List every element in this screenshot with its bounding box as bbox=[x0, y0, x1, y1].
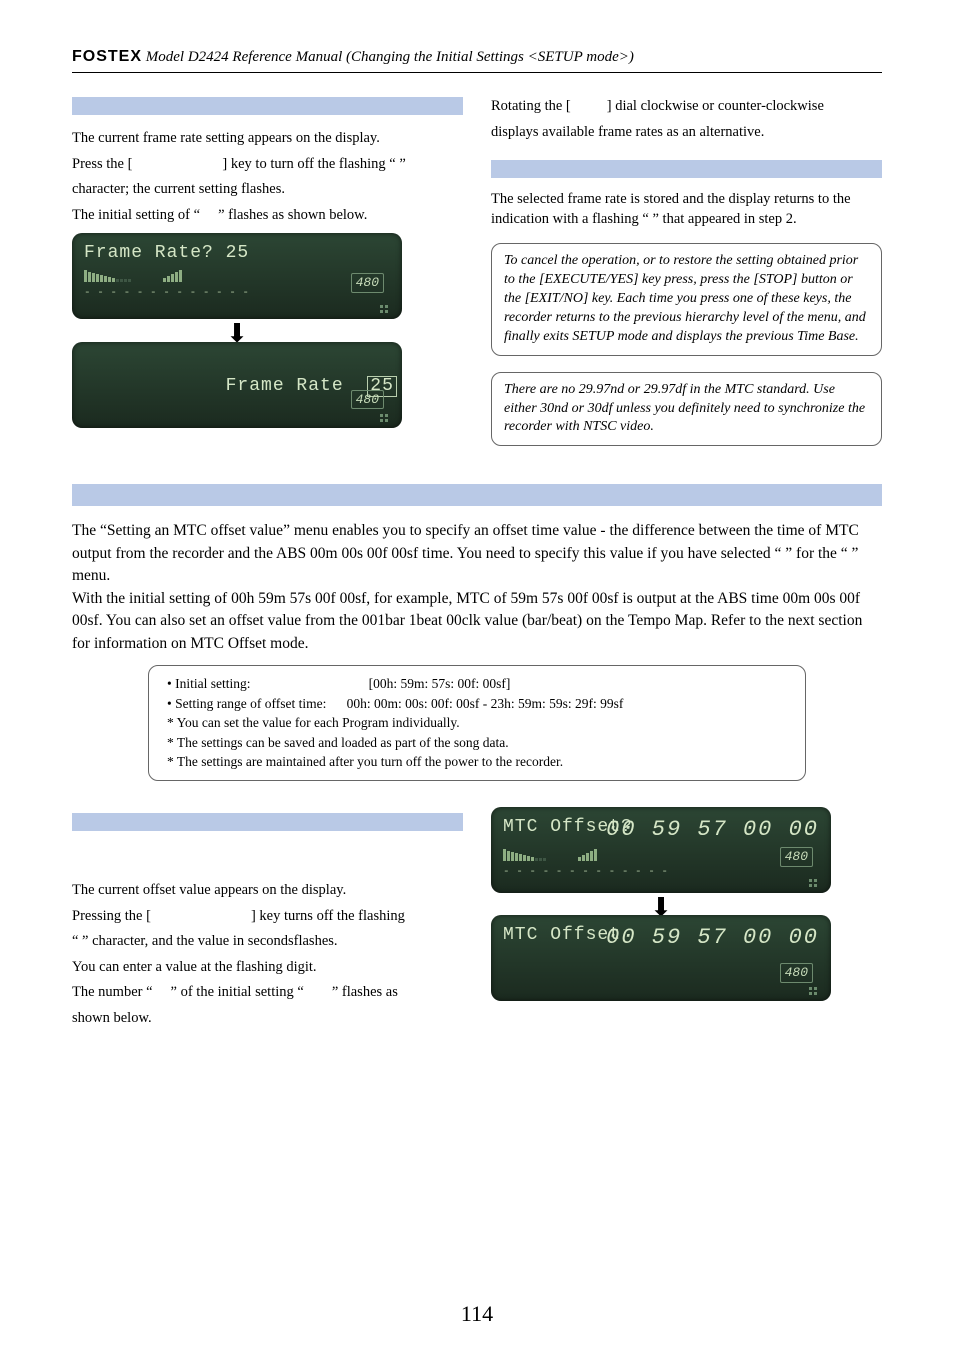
lcd-mtc-offset-value: MTC Offset 00 59 57 00 00 480 bbox=[491, 915, 831, 1001]
page-header: FOSTEX Model D2424 Reference Manual (Cha… bbox=[72, 48, 882, 66]
top-left-column: The current frame rate setting appears o… bbox=[72, 97, 463, 462]
lcd1-meter bbox=[84, 270, 390, 282]
section-blue-bar bbox=[72, 484, 882, 506]
lcd-mtc1-underline: - - - - - - - - - - - - - bbox=[503, 865, 819, 880]
bl-para-1: The current offset value appears on the … bbox=[72, 881, 463, 901]
lcd-mtc2-480: 480 bbox=[780, 963, 813, 983]
left-para-4: The initial setting of “” flashes as sho… bbox=[72, 206, 463, 226]
bl-para-3: “ ” character, and the value in secondsf… bbox=[72, 932, 463, 952]
bottom-left-column: The current offset value appears on the … bbox=[72, 807, 463, 1034]
lcd-mtc2-boxed: 57 bbox=[697, 925, 727, 950]
mtc-standard-note-box: There are no 29.97nd or 29.97df in the M… bbox=[491, 372, 882, 447]
lcd-frame-rate-value: Frame Rate 25 480 bbox=[72, 342, 402, 428]
arrow-down-icon-2: ⬇ bbox=[491, 903, 831, 913]
right-blue-bar bbox=[491, 160, 882, 178]
left-blue-bar bbox=[72, 97, 463, 115]
bottom-left-blue-bar bbox=[72, 813, 463, 831]
lcd-mtc1-meter bbox=[503, 849, 819, 861]
lcd-frame-rate-question: Frame Rate? 25 - - - - - - - - - - - - -… bbox=[72, 233, 402, 319]
lcd-mtc1-480: 480 bbox=[780, 847, 813, 867]
right-para-2: displays available frame rates as an alt… bbox=[491, 123, 882, 143]
lcd-mtc2-dots bbox=[809, 987, 817, 995]
lcd-mtc-offset-question: MTC Offset? 00 59 57 00 00 - - - - - - -… bbox=[491, 807, 831, 893]
cb-row-3: * You can set the value for each Program… bbox=[167, 713, 787, 733]
right-para-1: Rotating the [] dial clockwise or counte… bbox=[491, 97, 882, 117]
lcd1-underline: - - - - - - - - - - - - - bbox=[84, 286, 390, 301]
bl-para-2: Pressing the [] key turns off the flashi… bbox=[72, 907, 463, 927]
left-para-1: The current frame rate setting appears o… bbox=[72, 129, 463, 149]
bl-para-6: shown below. bbox=[72, 1009, 463, 1029]
lcd1-480-tag: 480 bbox=[351, 273, 384, 293]
mid-para-1: The “Setting an MTC offset value” menu e… bbox=[72, 520, 882, 587]
left-para-2: Press the [] key to turn off the flashin… bbox=[72, 155, 463, 175]
frame-rate-lcd-stack: Frame Rate? 25 - - - - - - - - - - - - -… bbox=[72, 233, 463, 427]
cb-row-5: * The settings are maintained after you … bbox=[167, 752, 787, 772]
offset-settings-box: • Initial setting: [00h: 59m: 57s: 00f: … bbox=[148, 665, 806, 781]
bl-para-5: The number “” of the initial setting “” … bbox=[72, 983, 463, 1003]
header-title: Model D2424 Reference Manual (Changing t… bbox=[146, 49, 634, 65]
lcd-mtc1-dots bbox=[809, 879, 817, 887]
mtc-offset-description: The “Setting an MTC offset value” menu e… bbox=[72, 520, 882, 655]
page-number: 114 bbox=[0, 1301, 954, 1327]
lcd2-dots bbox=[380, 414, 388, 422]
right-para-3: The selected frame rate is stored and th… bbox=[491, 190, 882, 229]
bottom-right-column: MTC Offset? 00 59 57 00 00 - - - - - - -… bbox=[491, 807, 882, 1034]
lcd2-480-tag: 480 bbox=[351, 390, 384, 410]
header-rule bbox=[72, 72, 882, 73]
lcd1-text: Frame Rate? 25 bbox=[84, 241, 390, 265]
bl-para-4: You can enter a value at the flashing di… bbox=[72, 958, 463, 978]
arrow-down-icon: ⬇ bbox=[72, 329, 402, 339]
lcd1-dots bbox=[380, 305, 388, 313]
cb-row-2: • Setting range of offset time: 00h: 00m… bbox=[167, 694, 787, 714]
lcd2-text: Frame Rate 25 bbox=[84, 350, 390, 423]
lcd-mtc1-time: 00 59 57 00 00 bbox=[606, 815, 819, 845]
mid-para-2: With the initial setting of 00h 59m 57s … bbox=[72, 588, 882, 655]
left-para-3: character; the current setting flashes. bbox=[72, 180, 463, 200]
cancel-info-box: To cancel the operation, or to restore t… bbox=[491, 243, 882, 355]
cb-row-1: • Initial setting: [00h: 59m: 57s: 00f: … bbox=[167, 674, 787, 694]
top-right-column: Rotating the [] dial clockwise or counte… bbox=[491, 97, 882, 462]
cb-row-4: * The settings can be saved and loaded a… bbox=[167, 733, 787, 753]
lcd-mtc2-time: 00 59 57 00 00 bbox=[606, 923, 819, 953]
brand-logo: FOSTEX bbox=[72, 48, 142, 65]
